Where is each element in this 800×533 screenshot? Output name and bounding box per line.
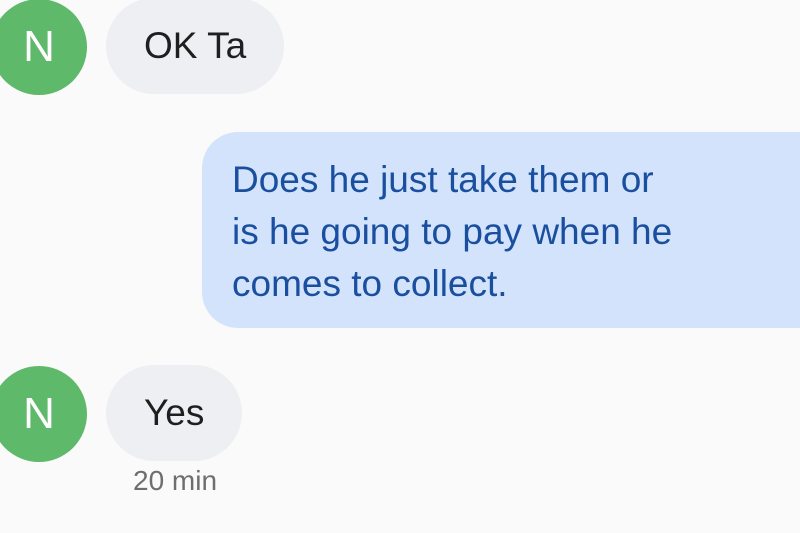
message-text-line: comes to collect. bbox=[232, 263, 508, 304]
message-thread: N OK Ta Does he just take them or is he … bbox=[0, 0, 800, 533]
contact-avatar[interactable]: N bbox=[0, 366, 87, 462]
message-text-line: Does he just take them or bbox=[232, 159, 654, 200]
message-text-line: is he going to pay when he bbox=[232, 211, 673, 252]
incoming-message-bubble[interactable]: Yes bbox=[106, 365, 243, 461]
message-timestamp: 20 min bbox=[133, 465, 218, 496]
contact-avatar[interactable]: N bbox=[0, 0, 87, 95]
incoming-message-bubble[interactable]: OK Ta bbox=[106, 0, 285, 94]
outgoing-message-bubble[interactable]: Does he just take them or is he going to… bbox=[202, 132, 800, 328]
message-text: OK Ta bbox=[144, 25, 247, 66]
avatar-initial: N bbox=[23, 22, 55, 71]
message-text: Yes bbox=[144, 392, 205, 433]
avatar-initial: N bbox=[23, 389, 55, 438]
